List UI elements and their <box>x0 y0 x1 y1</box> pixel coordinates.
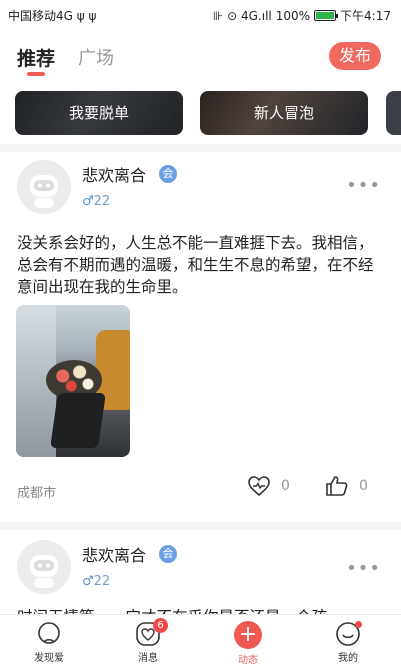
username[interactable]: 悲欢离合 <box>82 162 146 186</box>
tab-label: 消息 <box>138 653 158 664</box>
banner-newcomer[interactable]: 新人冒泡 <box>200 91 368 135</box>
age-value: 22 <box>93 574 111 589</box>
avatar[interactable] <box>17 160 71 214</box>
robot-avatar-icon <box>17 540 71 594</box>
more-options-icon[interactable]: ••• <box>346 558 381 579</box>
tab-label: 发现爱 <box>34 653 64 664</box>
age-value: 22 <box>93 194 111 209</box>
top-header: 推荐 广场 发布 <box>0 40 401 80</box>
banner-label: 我要脱单 <box>68 104 129 122</box>
tab-label: 我的 <box>338 653 358 664</box>
battery-icon <box>314 10 339 21</box>
section-divider <box>0 144 401 152</box>
topic-banners: 我要脱单 新人冒泡 <box>0 91 401 136</box>
thumbs-count: 0 <box>359 478 368 494</box>
post-text: 没关系会好的，人生总不能一直难捱下去。我相信，总会有不期而遇的温暖，和生生不息的… <box>17 234 374 296</box>
section-divider <box>0 522 401 530</box>
battery-percent: 100% <box>275 8 311 23</box>
status-indicators: ⊪ ⊙ 4G.ıll 100% 下午4:17 <box>213 7 391 24</box>
gender-age: ♂22 <box>82 194 110 209</box>
gender-age: ♂22 <box>82 574 110 589</box>
post-card: 悲欢离合 会 ♂22 ••• 没关系会好的，人生总不能一直难捱下去。我相信，总会… <box>0 160 401 520</box>
banner-label: 新人冒泡 <box>253 104 314 122</box>
plus-icon: + <box>234 621 262 649</box>
avatar[interactable] <box>17 540 71 594</box>
like-count: 0 <box>281 478 290 494</box>
male-icon: ♂ <box>82 574 94 589</box>
post-location: 成都市 <box>17 486 57 501</box>
like-button[interactable]: 0 <box>247 475 290 497</box>
post-card: 悲欢离合 会 ♂22 ••• 时间无情等……它才不在乎你是否还是一个孩 <box>0 540 401 615</box>
thumbs-up-button[interactable]: 0 <box>325 475 368 497</box>
clock: 下午4:17 <box>340 9 391 23</box>
username[interactable]: 悲欢离合 <box>82 542 146 566</box>
tab-feed[interactable]: + 动态 <box>213 621 283 665</box>
thumbs-up-icon <box>326 476 348 496</box>
tab-label: 动态 <box>238 655 258 665</box>
active-tab-indicator <box>27 72 45 76</box>
discover-icon <box>38 622 60 644</box>
tab-square[interactable]: 广场 <box>78 44 114 70</box>
unread-badge: 6 <box>153 618 168 633</box>
signal-icons: ⊪ ⊙ 4G.ıll <box>212 8 272 23</box>
male-icon: ♂ <box>82 194 94 209</box>
more-options-icon[interactable]: ••• <box>346 175 381 196</box>
carrier-text: 中国移动4G ψ ψ <box>8 9 97 23</box>
post-image[interactable] <box>16 305 130 457</box>
notification-dot <box>355 621 362 628</box>
banner-find-partner[interactable]: 我要脱单 <box>15 91 183 135</box>
robot-avatar-icon <box>17 160 71 214</box>
verified-badge-icon: 会 <box>159 545 177 563</box>
bottom-tab-bar: 发现爱 6 消息 + 动态 我的 <box>0 614 401 665</box>
verified-badge-icon: 会 <box>159 165 177 183</box>
tab-profile[interactable]: 我的 <box>313 621 383 664</box>
tab-recommend[interactable]: 推荐 <box>17 44 55 71</box>
publish-button[interactable]: 发布 <box>329 42 381 70</box>
heart-pulse-icon <box>248 476 270 497</box>
tab-messages[interactable]: 6 消息 <box>113 618 183 664</box>
banner-more[interactable] <box>386 91 401 135</box>
status-bar: 中国移动4G ψ ψ ⊪ ⊙ 4G.ıll 100% 下午4:17 <box>0 0 401 30</box>
tab-discover[interactable]: 发现爱 <box>14 621 84 664</box>
